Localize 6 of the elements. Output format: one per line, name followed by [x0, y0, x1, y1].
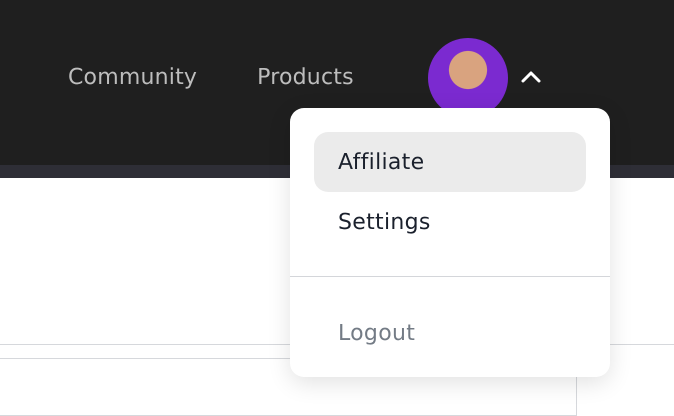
- chevron-icon[interactable]: [520, 70, 542, 84]
- menu-item[interactable]: Settings: [314, 192, 586, 252]
- nav-link[interactable]: Community: [68, 65, 198, 90]
- logout-menu-item[interactable]: Logout: [314, 303, 586, 363]
- menu-item[interactable]: Affiliate: [314, 132, 586, 192]
- nav-link[interactable]: Products: [257, 65, 354, 90]
